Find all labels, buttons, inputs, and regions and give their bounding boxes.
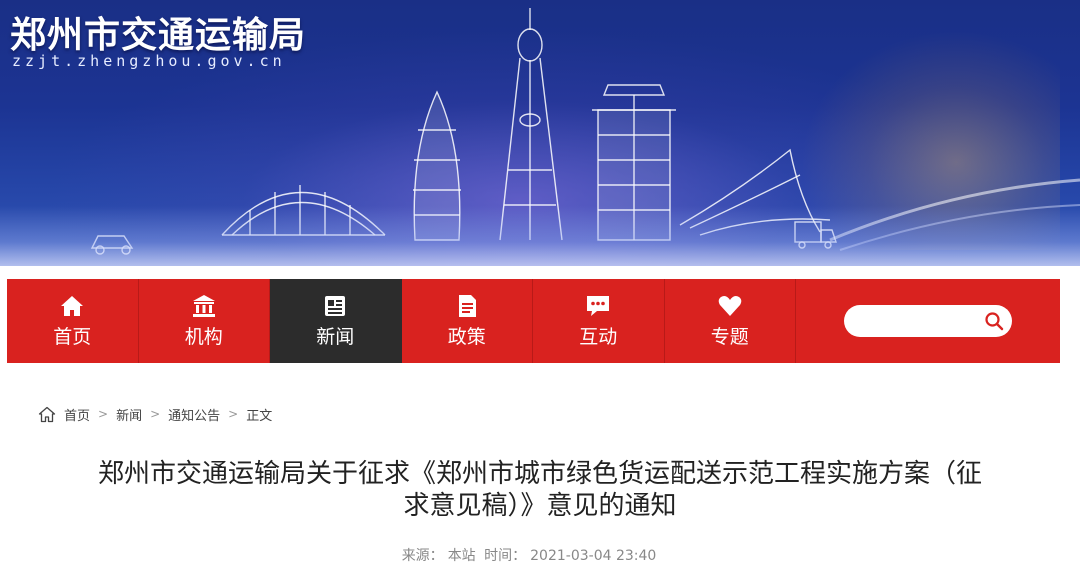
home-icon — [61, 296, 84, 316]
breadcrumb-separator: > — [98, 407, 109, 421]
source-value: 本站 — [447, 548, 476, 564]
header-banner: 郑州市交通运输局 zzjt.zhengzhou.gov.cn — [0, 0, 1080, 266]
breadcrumb-news[interactable]: 新闻 — [116, 405, 142, 424]
nav-label: 机构 — [184, 326, 223, 348]
nav-item-topics[interactable]: 专题 — [665, 279, 796, 363]
nav-item-institution[interactable]: 机构 — [139, 279, 270, 363]
institution-icon — [192, 295, 215, 317]
article-title: 郑州市交通运输局关于征求《郑州市城市绿色货运配送示范工程实施方案（征 求意见稿）… — [20, 458, 1060, 522]
article-title-line: 求意见稿）》意见的通知 — [403, 491, 677, 521]
time-label: 时间： — [484, 548, 527, 564]
time-value: 2021-03-04 23:40 — [530, 548, 657, 564]
document-icon — [458, 295, 476, 317]
breadcrumb-home[interactable]: 首页 — [64, 405, 90, 424]
nav-label: 专题 — [710, 326, 749, 348]
breadcrumb-current: 正文 — [246, 408, 273, 424]
news-icon — [325, 296, 346, 316]
home-outline-icon — [38, 406, 56, 422]
breadcrumb-separator: > — [228, 407, 239, 421]
search-icon[interactable] — [984, 311, 1004, 331]
breadcrumb-notices[interactable]: 通知公告 — [168, 405, 220, 424]
main-nav: 首页 机构 新闻 政策 互动 专题 — [7, 279, 1060, 363]
site-domain: zzjt.zhengzhou.gov.cn — [12, 52, 286, 70]
search-input[interactable] — [856, 307, 986, 335]
banner-ground-light — [0, 206, 1080, 266]
nav-label: 政策 — [447, 326, 486, 348]
nav-label: 首页 — [53, 326, 92, 348]
nav-item-policy[interactable]: 政策 — [402, 279, 533, 363]
nav-item-interaction[interactable]: 互动 — [533, 279, 665, 363]
search-area — [796, 279, 1060, 363]
article-meta: 来源： 本站 时间： 2021-03-04 23:40 — [0, 545, 1058, 565]
source-label: 来源： — [401, 548, 444, 564]
nav-label: 新闻 — [316, 326, 355, 348]
nav-label: 互动 — [579, 326, 618, 348]
nav-item-home[interactable]: 首页 — [7, 279, 139, 363]
breadcrumb-separator: > — [150, 407, 161, 421]
article-title-line: 郑州市交通运输局关于征求《郑州市城市绿色货运配送示范工程实施方案（征 — [97, 459, 982, 489]
heart-icon — [718, 296, 742, 316]
site-title: 郑州市交通运输局 — [10, 15, 307, 56]
breadcrumb: 首页 > 新闻 > 通知公告 > 正文 — [38, 404, 272, 424]
chat-icon — [587, 296, 610, 316]
nav-item-news[interactable]: 新闻 — [270, 279, 402, 363]
search-box — [844, 305, 1012, 337]
